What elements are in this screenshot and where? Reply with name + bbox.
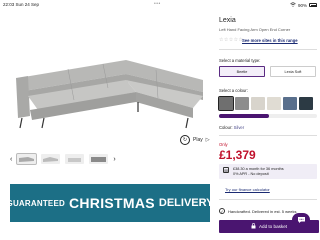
thumbnail-strip: ‹ › <box>10 153 116 165</box>
thumbnail-1[interactable] <box>16 153 38 165</box>
material-label: Select a material type: <box>219 58 261 63</box>
multitask-dots: ••• <box>154 1 161 7</box>
delivery-info: ✓ Handcrafted. Delivered in est. 5 weeks <box>219 208 296 214</box>
material-option-lexia-soft[interactable]: Lexia Soft <box>270 66 316 77</box>
finance-line-2: 0% APR - No deposit <box>233 172 269 176</box>
swatch-scrollbar[interactable] <box>219 114 317 118</box>
play-video-button[interactable]: ↻ Play ▷ <box>180 135 210 145</box>
delivery-text: Handcrafted. Delivered in est. 5 weeks <box>228 208 297 214</box>
chat-button[interactable] <box>292 213 310 227</box>
product-title: Lexia <box>219 17 236 24</box>
swatch-1[interactable] <box>217 95 235 112</box>
banner-delivery: DELIVERY <box>158 197 214 209</box>
finance-calendar-icon: ▤ <box>223 167 229 173</box>
play-icon: ▷ <box>205 137 210 143</box>
scrollbar-thumb[interactable] <box>219 114 269 118</box>
chevron-right-icon[interactable]: › <box>113 156 115 163</box>
divider <box>219 135 317 136</box>
selected-colour: Colour: Silver <box>219 125 244 130</box>
divider <box>219 49 317 50</box>
christmas-delivery-banner[interactable]: GUARANTEED CHRISTMAS DELIVERY <box>6 184 214 222</box>
check-icon: ✓ <box>219 208 225 214</box>
product-price: £1,379 <box>219 148 256 162</box>
finance-offer: ▤ £38.30 a month for 36 months 0% APR - … <box>219 164 317 179</box>
lock-icon <box>251 223 256 230</box>
only-label: Only <box>219 142 228 147</box>
colour-swatches <box>217 95 313 112</box>
play-label: Play <box>193 137 203 143</box>
swatch-3[interactable] <box>251 97 265 110</box>
battery-percent: 90% <box>297 2 307 8</box>
material-option-beetle[interactable]: Beetle <box>219 66 265 77</box>
chat-icon <box>297 211 306 229</box>
wifi-icon <box>290 2 296 8</box>
range-link[interactable]: See more sites in this range <box>242 38 298 43</box>
colour-current-value: Silver <box>233 125 245 130</box>
swatch-6[interactable] <box>299 97 313 110</box>
banner-guaranteed: GUARANTEED <box>6 198 65 208</box>
thumbnail-2[interactable] <box>41 154 61 164</box>
chevron-left-icon[interactable]: ‹ <box>10 156 12 163</box>
colour-label: Select a colour: <box>219 88 248 93</box>
divider <box>219 199 317 200</box>
battery-icon <box>309 3 317 7</box>
status-bar: 22:03 Sun 24 Sep ••• 90% <box>0 0 320 9</box>
colour-current-label: Colour: <box>219 125 233 130</box>
banner-christmas: CHRISTMAS <box>68 195 155 211</box>
status-right: 90% <box>290 2 317 8</box>
finance-calculator-link[interactable]: Try our finance calculator <box>225 187 270 192</box>
add-to-basket-label: Add to basket <box>258 224 288 229</box>
swatch-4[interactable] <box>267 97 281 110</box>
status-time: 22:03 Sun 24 Sep <box>3 2 40 7</box>
finance-line-1: £38.30 a month for 36 months <box>233 167 284 171</box>
thumbnail-4[interactable] <box>89 154 109 164</box>
rotate-360-icon: ↻ <box>180 135 190 145</box>
rating-stars-icon: ☆☆☆☆☆ <box>219 37 244 43</box>
thumbnail-3[interactable] <box>65 154 85 164</box>
product-subtitle: Left Hand Facing Arm Open End Corner <box>219 27 291 32</box>
swatch-2[interactable] <box>235 97 249 110</box>
swatch-5[interactable] <box>283 97 297 110</box>
product-main-image[interactable] <box>8 40 208 140</box>
